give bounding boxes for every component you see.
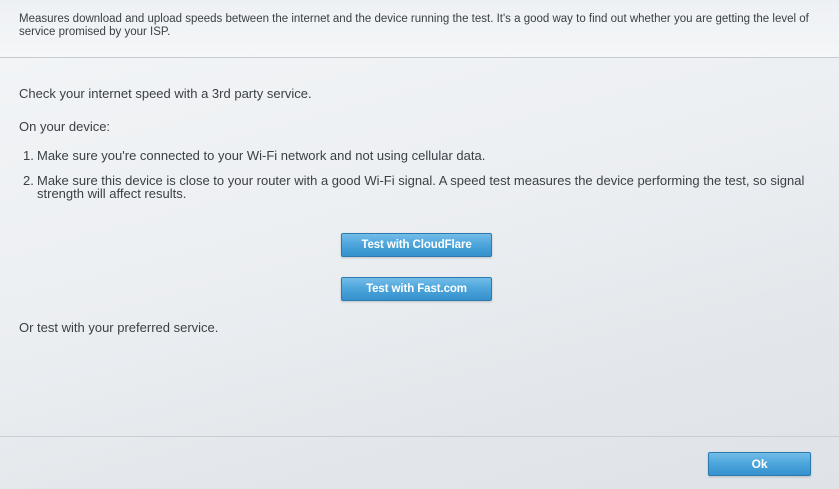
- step-item: 2. Make sure this device is close to you…: [19, 172, 809, 201]
- preferred-service-text: Or test with your preferred service.: [19, 320, 219, 335]
- speed-test-description: Measures download and upload speeds betw…: [19, 13, 809, 38]
- step-item: 1. Make sure you're connected to your Wi…: [19, 149, 809, 163]
- step-number: 1.: [23, 148, 34, 163]
- on-device-label: On your device:: [19, 119, 111, 134]
- step-text: Make sure you're connected to your Wi-Fi…: [37, 148, 486, 163]
- dialog-header: Measures download and upload speeds betw…: [0, 0, 839, 58]
- step-number: 2.: [23, 172, 34, 188]
- device-steps-list: 1. Make sure you're connected to your Wi…: [19, 149, 809, 201]
- third-party-intro: Check your internet speed with a 3rd par…: [19, 86, 312, 101]
- test-with-cloudflare-button[interactable]: Test with CloudFlare: [341, 233, 492, 257]
- step-text: Make sure this device is close to your r…: [37, 172, 805, 201]
- test-with-fast-com-button[interactable]: Test with Fast.com: [341, 277, 492, 301]
- footer-divider: [0, 436, 839, 437]
- ok-button[interactable]: Ok: [708, 452, 811, 476]
